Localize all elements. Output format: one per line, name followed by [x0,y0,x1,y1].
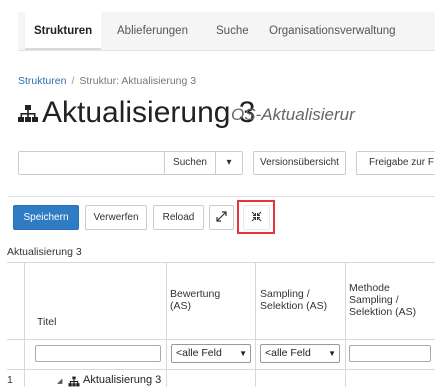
tab-organisationsverwaltung[interactable]: Organisationsverwaltung [269,12,396,50]
toolbar-divider [8,196,435,197]
sampling-filter-value: <alle Feld [265,347,311,359]
bewertung-filter-value: <alle Feld [176,347,222,359]
tab-ablieferungen[interactable]: Ablieferungen [117,12,188,50]
search-button[interactable]: Suchen [164,151,216,175]
breadcrumb-current: Struktur: Aktualisierung 3 [79,75,197,87]
search-input[interactable] [18,151,165,175]
reload-button[interactable]: Reload [153,205,204,230]
row-number: 1 [7,374,13,386]
release-button[interactable]: Freigabe zur F [356,151,435,175]
column-header-methode[interactable]: Methode Sampling / Selektion (AS) [349,282,416,318]
top-navbar: Strukturen Ablieferungen Suche Organisat… [18,12,435,51]
hierarchy-icon [18,105,38,122]
column-header-bewertung[interactable]: Bewertung (AS) [170,288,220,312]
discard-button[interactable]: Verwerfen [85,205,147,230]
tree-node-label[interactable]: Aktualisierung 3 [83,374,161,386]
tab-strukturen[interactable]: Strukturen [25,12,102,50]
tree-grid [7,262,435,387]
column-header-sampling[interactable]: Sampling / Selektion (AS) [260,288,327,312]
breadcrumb: Strukturen / Struktur: Aktualisierung 3 [18,75,196,87]
search-options-dropdown[interactable]: ▾ [215,151,243,175]
chevron-down-icon: ▼ [239,349,247,358]
methode-filter-input[interactable] [349,345,431,362]
tree-toggle-icon[interactable]: ◢ [57,377,62,385]
chevron-down-icon: ▼ [328,349,336,358]
breadcrumb-strukturen-link[interactable]: Strukturen [18,75,66,87]
title-filter-input[interactable] [35,345,161,362]
expand-button[interactable] [209,205,234,230]
breadcrumb-separator: / [71,75,75,87]
grid-row-divider [7,339,435,340]
tab-suche[interactable]: Suche [216,12,249,50]
hierarchy-icon [68,376,80,387]
tree-caption: Aktualisierung 3 [7,246,82,258]
bewertung-filter-select[interactable]: <alle Feld ▼ [171,344,251,363]
version-overview-button[interactable]: Versionsübersicht [253,151,346,175]
highlight-box [237,200,275,234]
grid-row-divider [7,369,435,370]
column-header-titel[interactable]: Titel [37,316,56,328]
page-title: Aktualisierung 3 [42,96,256,129]
save-button[interactable]: Speichern [13,205,79,230]
expand-arrows-icon [216,211,227,222]
page-subtitle: OS-Aktualisierur [231,105,355,124]
caret-down-icon: ▾ [226,157,232,168]
sampling-filter-select[interactable]: <alle Feld ▼ [260,344,340,363]
